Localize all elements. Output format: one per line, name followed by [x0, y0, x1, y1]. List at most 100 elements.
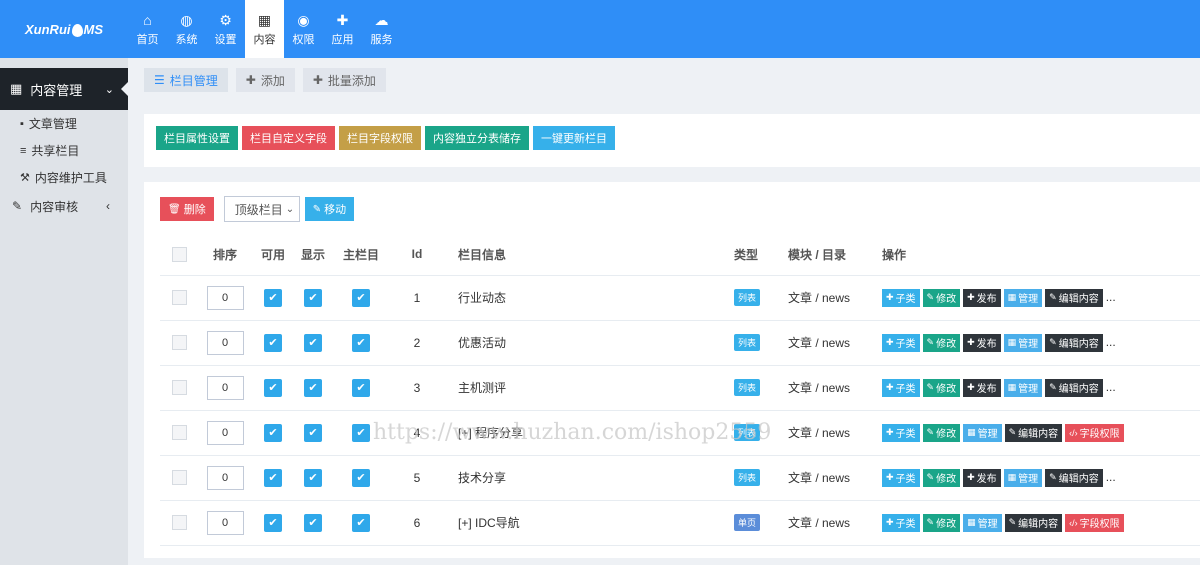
type-badge: 列表 — [734, 289, 761, 306]
config-button-1[interactable]: 栏目自定义字段 — [242, 126, 335, 150]
op-button-2[interactable]: ▦ 管理 — [963, 423, 1002, 442]
op-button-3[interactable]: ▦ 管理 — [1003, 468, 1043, 487]
nav-item-0[interactable]: ⌂ 首页 — [128, 0, 167, 58]
row-checkbox[interactable] — [171, 470, 187, 486]
main-category-checkbox[interactable]: ✔ — [352, 423, 370, 442]
category-list-panel: 🗑 删除 顶级栏目 ⌄ ✎ 移动 排序 可用 显示 主栏目 Id 栏目信息 类型… — [144, 182, 1200, 558]
order-input[interactable] — [206, 375, 244, 400]
main-category-checkbox[interactable]: ✔ — [352, 288, 370, 307]
more-options[interactable]: ... — [1106, 470, 1116, 484]
op-label: 编辑内容 — [1058, 294, 1099, 305]
display-checkbox[interactable]: ✔ — [304, 378, 322, 397]
available-checkbox[interactable]: ✔ — [264, 423, 282, 442]
op-button-2[interactable]: ✚ 发布 — [963, 468, 1001, 487]
op-button-1[interactable]: ✎ 修改 — [922, 468, 961, 487]
main-category-checkbox[interactable]: ✔ — [352, 378, 370, 397]
available-checkbox[interactable]: ✔ — [264, 333, 282, 352]
op-button-3[interactable]: ▦ 管理 — [1003, 333, 1043, 352]
more-options[interactable]: ... — [1106, 335, 1116, 349]
select-all-checkbox[interactable] — [171, 246, 187, 262]
nav-item-6[interactable]: ☁ 服务 — [362, 0, 401, 58]
config-button-3[interactable]: 内容独立分表储存 — [425, 126, 529, 150]
op-button-0[interactable]: ✚ 子类 — [882, 378, 920, 397]
op-button-0[interactable]: ✚ 子类 — [882, 468, 920, 487]
op-button-1[interactable]: ✎ 修改 — [922, 513, 961, 532]
op-button-2[interactable]: ✚ 发布 — [963, 333, 1001, 352]
op-button-2[interactable]: ✚ 发布 — [963, 288, 1001, 307]
op-button-3[interactable]: ▦ 管理 — [1003, 378, 1043, 397]
type-cell: 列表 — [734, 410, 784, 456]
display-cell: ✔ — [294, 275, 332, 321]
op-button-2[interactable]: ▦ 管理 — [963, 513, 1002, 532]
available-checkbox[interactable]: ✔ — [264, 468, 282, 487]
main-category-cell: ✔ — [332, 455, 390, 501]
main-category-checkbox[interactable]: ✔ — [352, 513, 370, 532]
tab-category-manage[interactable]: ☰ 栏目管理 — [144, 68, 228, 92]
nav-item-5[interactable]: ✚ 应用 — [323, 0, 362, 58]
order-input[interactable] — [206, 510, 244, 535]
display-checkbox[interactable]: ✔ — [304, 468, 322, 487]
main-category-checkbox[interactable]: ✔ — [352, 333, 370, 352]
more-options[interactable]: ... — [1106, 380, 1116, 394]
nav-item-3[interactable]: ▦ 内容 — [245, 0, 284, 58]
op-button-4[interactable]: ‹/› 字段权限 — [1065, 423, 1124, 442]
parent-category-select[interactable]: 顶级栏目 ⌄ — [223, 196, 300, 222]
op-button-3[interactable]: ✎ 编辑内容 — [1004, 423, 1063, 442]
header-select-all[interactable] — [160, 234, 198, 276]
row-checkbox[interactable] — [171, 335, 187, 351]
batch-add-label: 批量添加 — [327, 73, 376, 88]
order-input[interactable] — [206, 330, 244, 355]
row-checkbox[interactable] — [171, 380, 187, 396]
display-checkbox[interactable]: ✔ — [304, 513, 322, 532]
available-checkbox[interactable]: ✔ — [264, 378, 282, 397]
logo[interactable]: XunRui MS — [0, 0, 128, 58]
row-checkbox[interactable] — [171, 290, 187, 306]
add-button[interactable]: ✚ 添加 — [235, 68, 295, 92]
more-options[interactable]: ... — [1106, 290, 1116, 304]
config-button-0[interactable]: 栏目属性设置 — [156, 126, 238, 150]
available-checkbox[interactable]: ✔ — [264, 513, 282, 532]
nav-item-2[interactable]: ⚙ 设置 — [206, 0, 245, 58]
sidebar-item-1[interactable]: ≡ 共享栏目 — [0, 137, 128, 164]
sidebar-group-content-review[interactable]: ✎ 内容审核 ‹ — [0, 191, 128, 221]
op-button-4[interactable]: ✎ 编辑内容 — [1045, 288, 1103, 307]
delete-button[interactable]: 🗑 删除 — [160, 197, 214, 221]
nav-item-1[interactable]: ◍ 系统 — [167, 0, 206, 58]
op-button-1[interactable]: ✎ 修改 — [922, 333, 961, 352]
operations-cell: ✚ 子类 ✎ 修改 ▦ 管理 ✎ 编辑内容 ‹/› 字段权限 — [882, 410, 1200, 456]
op-button-1[interactable]: ✎ 修改 — [922, 288, 961, 307]
op-button-0[interactable]: ✚ 子类 — [882, 423, 920, 442]
display-checkbox[interactable]: ✔ — [304, 288, 322, 307]
batch-add-button[interactable]: ✚ 批量添加 — [302, 68, 386, 92]
nav-item-4[interactable]: ◉ 权限 — [284, 0, 323, 58]
op-button-3[interactable]: ▦ 管理 — [1003, 288, 1043, 307]
display-checkbox[interactable]: ✔ — [304, 423, 322, 442]
sidebar-item-label: 共享栏目 — [31, 144, 80, 158]
sidebar-item-0[interactable]: ▪ 文章管理 — [0, 110, 128, 137]
op-button-4[interactable]: ✎ 编辑内容 — [1045, 468, 1103, 487]
order-input[interactable] — [206, 465, 244, 490]
op-button-4[interactable]: ‹/› 字段权限 — [1065, 513, 1124, 532]
op-button-0[interactable]: ✚ 子类 — [882, 288, 920, 307]
op-button-4[interactable]: ✎ 编辑内容 — [1045, 333, 1103, 352]
op-button-0[interactable]: ✚ 子类 — [882, 513, 920, 532]
op-button-0[interactable]: ✚ 子类 — [882, 333, 920, 352]
sidebar-section-content-manage[interactable]: ▦ 内容管理 ⌄ — [0, 68, 129, 110]
op-button-1[interactable]: ✎ 修改 — [922, 378, 961, 397]
available-checkbox[interactable]: ✔ — [264, 288, 282, 307]
op-button-3[interactable]: ✎ 编辑内容 — [1004, 513, 1063, 532]
row-checkbox[interactable] — [171, 515, 187, 531]
op-button-4[interactable]: ✎ 编辑内容 — [1045, 378, 1103, 397]
op-button-2[interactable]: ✚ 发布 — [963, 378, 1001, 397]
row-checkbox[interactable] — [171, 425, 187, 441]
move-button[interactable]: ✎ 移动 — [304, 197, 355, 221]
order-input[interactable] — [206, 420, 244, 445]
sidebar-item-2[interactable]: ⚒ 内容维护工具 — [0, 164, 128, 191]
main-category-checkbox[interactable]: ✔ — [352, 468, 370, 487]
display-checkbox[interactable]: ✔ — [304, 333, 322, 352]
config-button-2[interactable]: 栏目字段权限 — [339, 126, 421, 150]
order-input[interactable] — [206, 285, 244, 310]
nav-item-label: 系统 — [175, 33, 198, 46]
op-button-1[interactable]: ✎ 修改 — [922, 423, 961, 442]
config-button-4[interactable]: 一键更新栏目 — [533, 126, 615, 150]
